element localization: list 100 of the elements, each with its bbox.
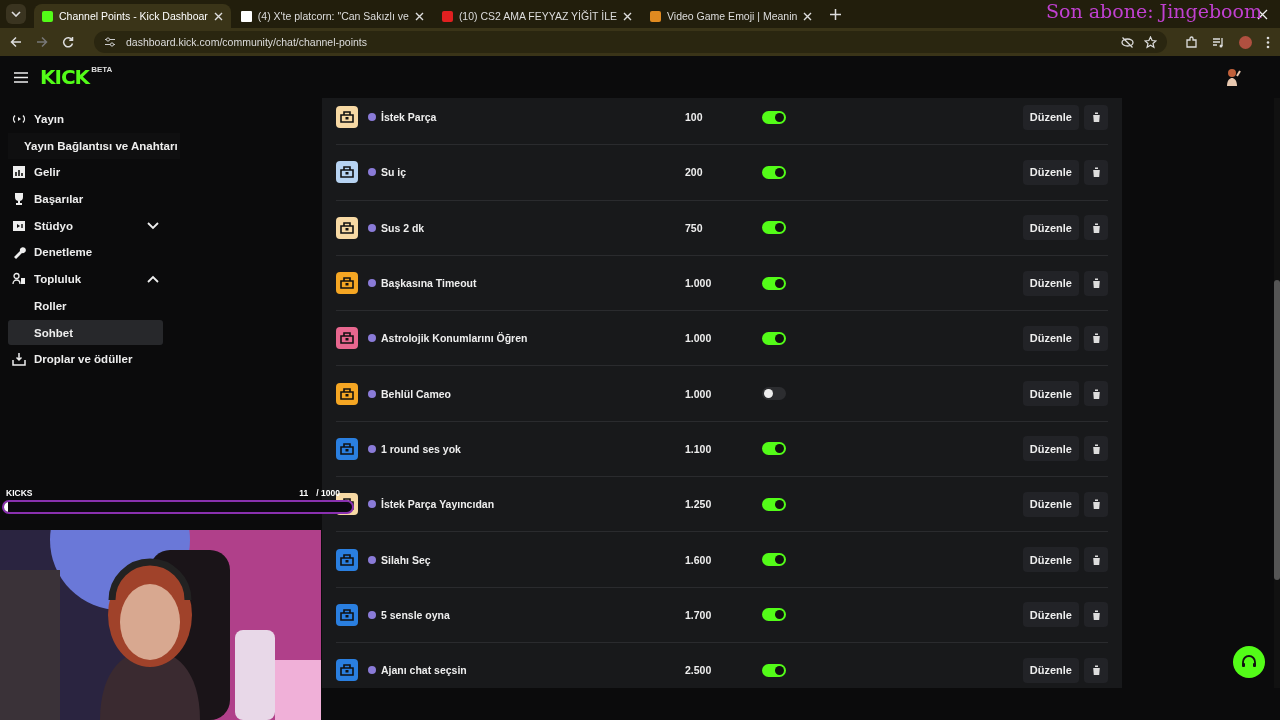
edit-button[interactable]: Düzenle — [1022, 325, 1079, 351]
delete-button[interactable] — [1084, 104, 1108, 130]
close-icon[interactable] — [213, 11, 223, 21]
emoji-icon — [367, 222, 377, 233]
reward-name: Su iç — [381, 166, 407, 179]
close-icon[interactable] — [623, 11, 633, 21]
sidebar-subitem[interactable]: Roller — [8, 293, 163, 319]
sidebar-item[interactable]: Denetleme — [8, 238, 163, 266]
reward-cost: 1.250 — [685, 498, 713, 511]
delete-button[interactable] — [1084, 436, 1108, 462]
reward-cost: 1.000 — [685, 332, 713, 345]
reward-cost: 100 — [685, 111, 704, 124]
emoji-icon — [367, 554, 377, 565]
reload-icon[interactable] — [62, 36, 74, 48]
toggle-switch[interactable] — [762, 110, 786, 124]
reward-name: Behlül Cameo — [381, 387, 451, 400]
extensions-icon[interactable] — [1185, 35, 1198, 49]
trash-icon — [1091, 333, 1101, 344]
kicks-goal: / 1000 — [316, 488, 340, 498]
delete-button[interactable] — [1084, 215, 1108, 241]
delete-button[interactable] — [1084, 270, 1108, 296]
chevron-up-icon[interactable] — [147, 274, 159, 283]
trash-icon — [1091, 167, 1101, 178]
media-icon[interactable] — [1212, 35, 1225, 49]
delete-button[interactable] — [1084, 602, 1108, 628]
reward-cost: 1.600 — [685, 553, 713, 566]
reward-name: Astrolojik Konumlarını Öğren — [381, 332, 528, 345]
delete-button[interactable] — [1084, 381, 1108, 407]
browser-tab[interactable]: (4) X'te platcorn: "Can Sakızlı ve — [232, 4, 432, 28]
close-icon[interactable] — [803, 11, 813, 21]
emoji-icon — [367, 499, 377, 510]
menu-icon[interactable] — [1266, 35, 1270, 49]
edit-button[interactable]: Düzenle — [1022, 547, 1079, 572]
reward-name: İstek Parça — [381, 111, 437, 124]
headset-icon — [1241, 654, 1257, 670]
toggle-switch[interactable] — [762, 331, 786, 345]
sidebar-item[interactable]: Başarılar — [8, 185, 163, 213]
edit-button[interactable]: Düzenle — [1022, 602, 1079, 628]
sidebar-item[interactable]: Yayın — [8, 106, 163, 133]
toggle-switch[interactable] — [762, 442, 786, 456]
back-icon[interactable] — [10, 36, 22, 48]
close-icon[interactable] — [414, 11, 424, 21]
edit-button[interactable]: Düzenle — [1022, 436, 1079, 462]
toggle-switch[interactable] — [762, 553, 786, 566]
browser-tab[interactable]: (10) CS2 AMA FEYYAZ YİĞİT İLE — [433, 4, 641, 28]
new-tab-icon[interactable] — [830, 8, 842, 20]
help-button[interactable] — [1233, 646, 1265, 678]
sidebar-subitem[interactable]: Sohbet — [8, 320, 163, 346]
profile-avatar[interactable] — [1239, 35, 1252, 49]
chart-icon — [12, 165, 26, 180]
delete-button[interactable] — [1084, 491, 1108, 517]
menu-icon[interactable] — [14, 71, 28, 83]
reward-cost: 1.700 — [685, 608, 713, 621]
trash-icon — [1091, 278, 1101, 289]
toggle-switch[interactable] — [762, 497, 786, 511]
reward-cost: 200 — [685, 166, 704, 179]
last-subscriber-text: Son abone: Jingeboom — [1046, 0, 1262, 22]
edit-button[interactable]: Düzenle — [1022, 381, 1079, 407]
eye-off-icon[interactable] — [1121, 35, 1134, 49]
address-bar[interactable]: dashboard.kick.com/community/chat/channel-points — [94, 31, 1167, 53]
edit-button[interactable]: Düzenle — [1022, 491, 1079, 517]
edit-button[interactable]: Düzenle — [1022, 215, 1079, 241]
emoji-icon — [367, 278, 377, 289]
forward-icon[interactable] — [36, 36, 48, 48]
tab-list-button[interactable] — [6, 4, 26, 24]
emoji-icon — [367, 609, 377, 620]
toggle-switch[interactable] — [762, 608, 786, 622]
toggle-switch[interactable] — [762, 221, 786, 235]
scrollbar[interactable] — [1274, 98, 1280, 688]
delete-button[interactable] — [1084, 657, 1108, 683]
edit-button[interactable]: Düzenle — [1022, 104, 1079, 130]
trash-icon — [1091, 222, 1101, 233]
chevron-down-icon[interactable] — [147, 221, 159, 230]
wrench-icon — [12, 245, 26, 260]
trophy-icon — [12, 192, 26, 207]
sidebar-item[interactable]: Droplar ve ödüller — [8, 346, 163, 373]
delete-button[interactable] — [1084, 547, 1108, 572]
emoji-icon — [367, 333, 377, 344]
trash-icon — [1091, 609, 1101, 620]
browser-tab[interactable]: Channel Points - Kick Dashboar — [34, 4, 231, 28]
delete-button[interactable] — [1084, 159, 1108, 185]
sidebar-item[interactable]: Stüdyo — [8, 212, 163, 239]
trash-icon — [1091, 388, 1101, 399]
browser-tab[interactable]: Video Game Emoji | Meanin — [642, 4, 821, 28]
toggle-switch[interactable] — [762, 387, 786, 401]
star-icon[interactable] — [1144, 35, 1157, 49]
sidebar-item[interactable]: Topluluk — [8, 265, 163, 293]
reward-name: Ajanı chat seçsin — [381, 664, 467, 677]
toggle-switch[interactable] — [762, 276, 786, 290]
reward-cost: 2.500 — [685, 664, 713, 677]
reward-name: 1 round ses yok — [381, 442, 461, 455]
toggle-switch[interactable] — [762, 165, 786, 179]
delete-button[interactable] — [1084, 325, 1108, 351]
sidebar-item[interactable]: Gelir — [8, 159, 163, 186]
user-avatar[interactable] — [1224, 67, 1242, 87]
caret-icon — [11, 11, 21, 17]
edit-button[interactable]: Düzenle — [1022, 657, 1079, 683]
edit-button[interactable]: Düzenle — [1022, 270, 1079, 296]
edit-button[interactable]: Düzenle — [1022, 159, 1079, 185]
toggle-switch[interactable] — [762, 663, 786, 677]
